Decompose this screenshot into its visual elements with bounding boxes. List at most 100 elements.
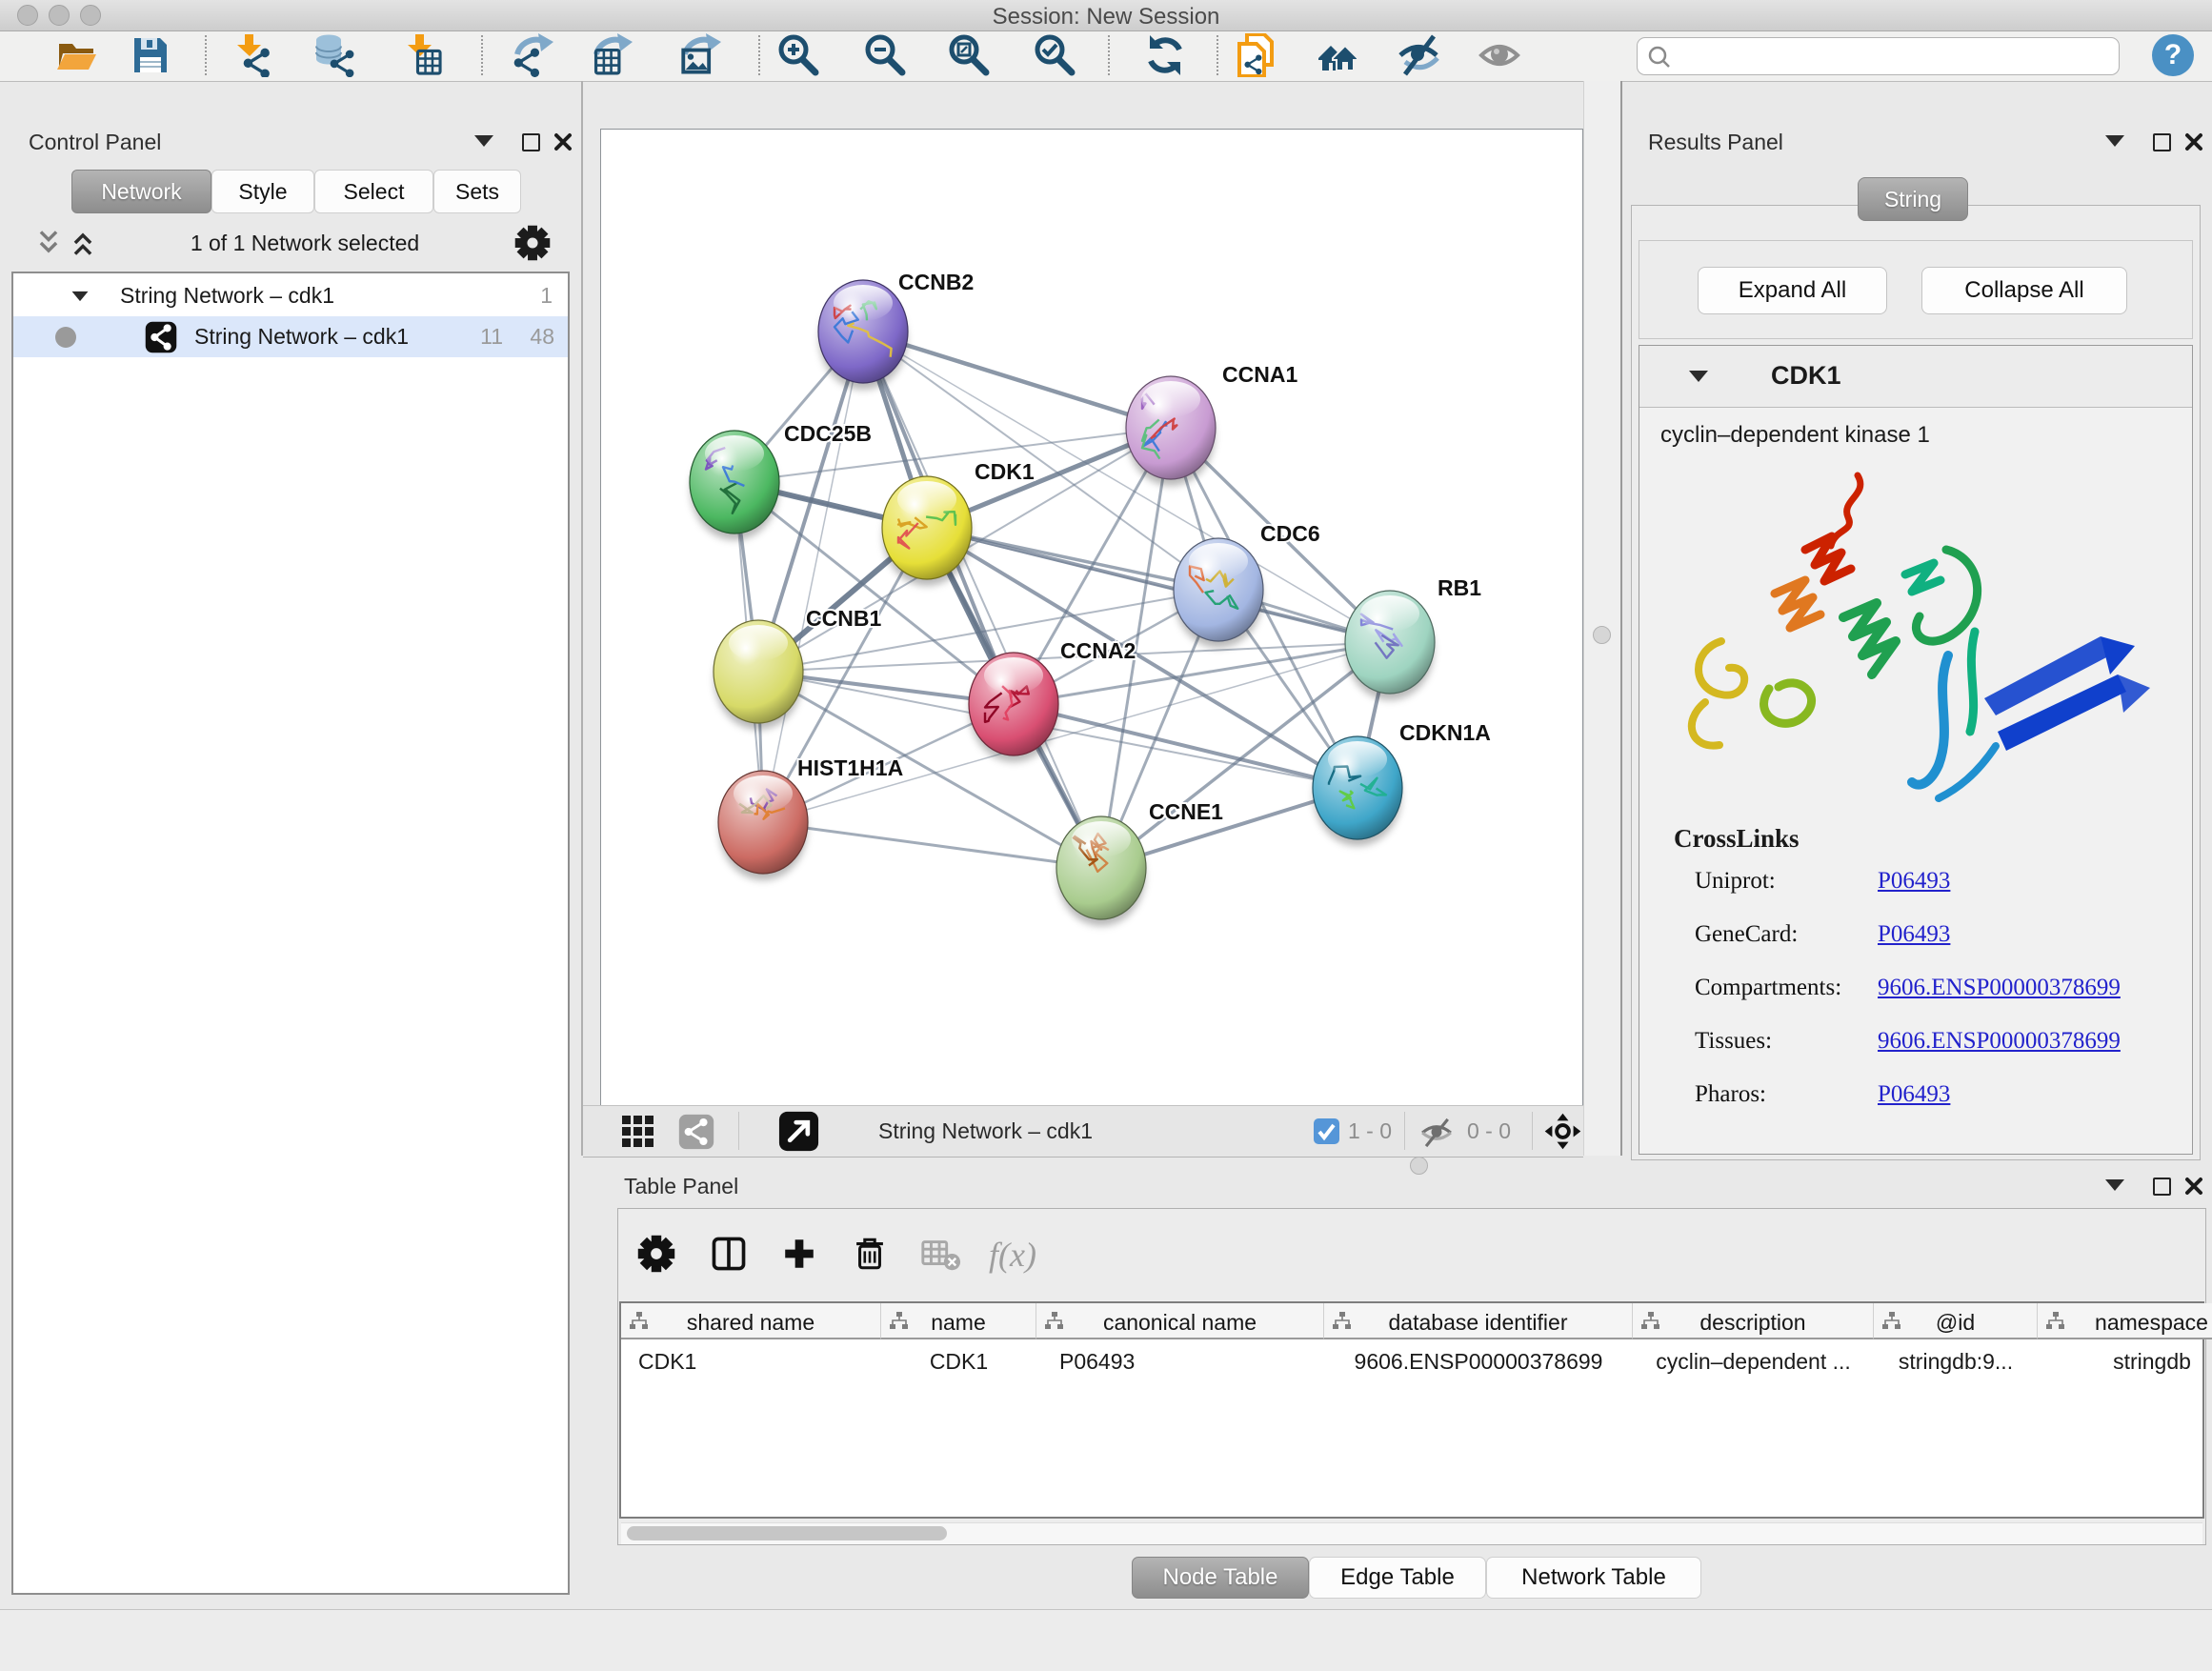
copy-network-icon[interactable] <box>1234 33 1277 77</box>
crosslink-value-link[interactable]: 9606.ENSP00000378699 <box>1878 1028 2121 1055</box>
grid-view-icon[interactable] <box>621 1115 655 1149</box>
column-header--id[interactable]: @id <box>1874 1303 2038 1339</box>
tree-expand-caret-icon[interactable] <box>72 291 89 300</box>
crosslink-label: Compartments: <box>1695 975 1841 1001</box>
tab-network[interactable]: Network <box>71 170 211 213</box>
refresh-view-icon[interactable] <box>1143 33 1187 77</box>
export-table-icon[interactable] <box>591 33 634 77</box>
cell-canonical-name[interactable]: P06493 <box>1036 1341 1324 1381</box>
tab-sets[interactable]: Sets <box>433 170 521 213</box>
open-session-icon[interactable] <box>54 33 98 77</box>
control-panel-float-icon[interactable] <box>522 133 540 151</box>
cell-name[interactable]: CDK1 <box>881 1341 1036 1381</box>
results-panel-float-icon[interactable] <box>2153 133 2171 151</box>
tab-select[interactable]: Select <box>314 170 433 213</box>
tab-style[interactable]: Style <box>211 170 314 213</box>
node-label: CCNE1 <box>1149 799 1223 824</box>
tree-row-collection[interactable]: String Network – cdk1 1 <box>13 275 568 316</box>
column-header-namespace[interactable]: namespace <box>2038 1303 2212 1339</box>
results-panel-close-icon[interactable] <box>2183 131 2204 152</box>
share-view-icon[interactable] <box>678 1114 714 1150</box>
cell--id[interactable]: stringdb:9... <box>1874 1341 2038 1381</box>
table-columns-icon[interactable] <box>705 1229 753 1278</box>
zoom-selected-icon[interactable] <box>1032 33 1076 77</box>
collapse-all-button[interactable]: Collapse All <box>1921 267 2127 314</box>
zoom-out-icon[interactable] <box>862 33 906 77</box>
gene-section-header[interactable]: CDK1 <box>1639 346 2192 408</box>
control-panel-menu-caret-icon[interactable] <box>474 135 493 147</box>
tab-node-table[interactable]: Node Table <box>1132 1557 1309 1599</box>
cell-namespace[interactable]: stringdb <box>2038 1341 2212 1381</box>
crosslink-value-link[interactable]: P06493 <box>1878 868 1950 895</box>
hidden-eye-slash-icon[interactable] <box>1419 1116 1454 1150</box>
node-CCNE1[interactable]: CCNE1 <box>1056 799 1223 926</box>
table-panel-menu-caret-icon[interactable] <box>2105 1179 2124 1191</box>
birds-eye-view-icon[interactable] <box>778 1111 819 1152</box>
node-label: HIST1H1A <box>797 755 903 780</box>
table-horizontal-scrollbar[interactable] <box>621 1522 2202 1544</box>
table-panel-splitter-dot[interactable] <box>1410 1157 1428 1175</box>
crosslink-value-link[interactable]: P06493 <box>1878 1081 1950 1108</box>
node-CDC6[interactable]: CDC6 <box>1174 521 1320 648</box>
help-button[interactable]: ? <box>2152 34 2194 76</box>
collapse-all-chevrons-icon[interactable] <box>34 229 63 257</box>
delete-trash-icon[interactable] <box>846 1229 894 1278</box>
expand-all-chevrons-icon[interactable] <box>69 229 97 257</box>
search-input[interactable] <box>1679 40 2112 70</box>
zoom-in-icon[interactable] <box>775 33 819 77</box>
control-panel-close-icon[interactable] <box>553 131 573 152</box>
node-CCNB2[interactable]: CCNB2 <box>818 270 974 390</box>
eye-slash-icon[interactable] <box>1398 33 1441 77</box>
cell-description[interactable]: cyclin–dependent ... <box>1633 1341 1874 1381</box>
export-network-icon[interactable] <box>512 33 555 77</box>
save-session-icon[interactable] <box>129 33 172 77</box>
table-panel-float-icon[interactable] <box>2153 1178 2171 1196</box>
table-panel-close-icon[interactable] <box>2183 1176 2204 1197</box>
column-header-shared-name[interactable]: shared name <box>621 1303 881 1339</box>
network-canvas[interactable]: CCNB2 CCNA1 CDC25B CDK1 CDC6 RB1 CCNB1 C… <box>600 129 1583 1107</box>
column-header-canonical-name[interactable]: canonical name <box>1036 1303 1324 1339</box>
zoom-fit-icon[interactable] <box>946 33 990 77</box>
column-header-database-identifier[interactable]: database identifier <box>1324 1303 1633 1339</box>
expand-all-button[interactable]: Expand All <box>1698 267 1887 314</box>
results-panel-menu-caret-icon[interactable] <box>2105 135 2124 147</box>
column-header-description[interactable]: description <box>1633 1303 1874 1339</box>
search-icon <box>1647 45 1672 70</box>
crosslink-value-link[interactable]: P06493 <box>1878 921 1950 948</box>
splitter-grab-dot[interactable] <box>1593 626 1611 644</box>
column-header-name[interactable]: name <box>881 1303 1036 1339</box>
node-label: CDC25B <box>784 421 872 446</box>
eye-icon[interactable] <box>1478 33 1522 77</box>
import-network-file-icon[interactable] <box>230 33 273 77</box>
gene-section-caret-icon[interactable] <box>1689 371 1708 382</box>
cell-shared-name[interactable]: CDK1 <box>621 1341 881 1381</box>
add-column-plus-icon[interactable] <box>775 1229 823 1278</box>
control-panel-gear-icon[interactable] <box>514 225 551 261</box>
node-label: CCNA2 <box>1060 638 1136 663</box>
results-panel-splitter[interactable] <box>1583 81 1622 1156</box>
tree-row-network[interactable]: String Network – cdk1 11 48 <box>13 316 568 357</box>
control-panel-divider[interactable] <box>581 81 583 1156</box>
network-status-dot <box>55 327 76 348</box>
table-settings-gear-icon[interactable] <box>633 1229 680 1278</box>
node-RB1[interactable]: RB1 <box>1345 575 1481 700</box>
status-separator <box>1404 1112 1405 1150</box>
import-network-database-icon[interactable] <box>313 33 357 77</box>
scrollbar-thumb[interactable] <box>627 1526 947 1540</box>
tab-edge-table[interactable]: Edge Table <box>1309 1557 1486 1599</box>
houses-icon[interactable] <box>1316 33 1359 77</box>
selected-checkbox-icon[interactable] <box>1313 1117 1340 1145</box>
node-HIST1H1A[interactable]: HIST1H1A <box>718 755 903 880</box>
search-box <box>1637 37 2120 75</box>
tab-string[interactable]: String <box>1858 177 1968 221</box>
node-CDC25B[interactable]: CDC25B <box>690 421 872 540</box>
crosslink-value-link[interactable]: 9606.ENSP00000378699 <box>1878 975 2121 1001</box>
cell-database-identifier[interactable]: 9606.ENSP00000378699 <box>1324 1341 1633 1381</box>
import-table-file-icon[interactable] <box>400 33 444 77</box>
export-image-icon[interactable] <box>679 33 723 77</box>
gene-symbol: CDK1 <box>1771 361 1841 391</box>
move-crosshair-icon[interactable] <box>1543 1112 1582 1151</box>
node-CDKN1A[interactable]: CDKN1A <box>1313 720 1491 846</box>
tab-network-table[interactable]: Network Table <box>1486 1557 1701 1599</box>
node-label: RB1 <box>1438 575 1481 600</box>
